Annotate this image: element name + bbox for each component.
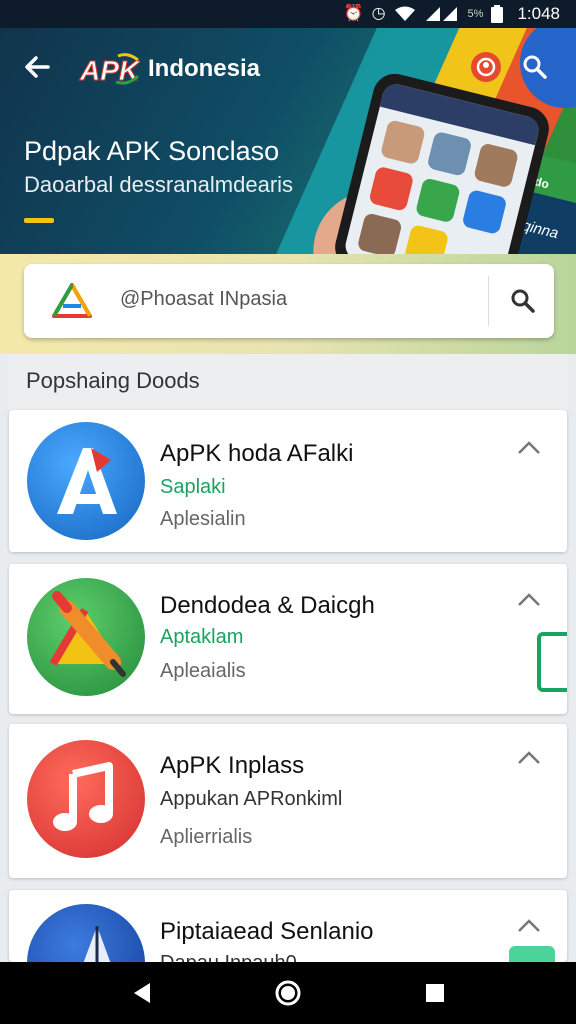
section-header: Popshaing Doods [8,354,568,410]
chevron-up-icon[interactable] [515,916,543,936]
pen-app-icon [27,904,145,962]
app-name: ApPK Inplass [160,752,305,779]
app-list-item[interactable]: Dendodea & Daicgh Aptaklam Apleaialis [9,564,567,714]
app-list-item[interactable]: ApPK Inplass Appukan APRonkiml Aplierria… [9,724,567,878]
app-meta: Apleaialis [160,660,246,682]
app-name: ApPK hoda AFalki [160,440,354,467]
header-search-button[interactable] [520,52,550,82]
search-input[interactable]: @Phoasat INpasia [24,264,554,338]
app-name: Dendodea & Daicgh [160,592,375,619]
search-logo-icon [50,282,94,320]
system-nav-bar [0,962,576,1024]
battery-percent: 5% [467,8,484,20]
clock-icon: ◷ [371,5,386,22]
search-submit-button[interactable] [502,280,544,322]
brand-name: Indonesia [148,55,261,82]
music-note-app-icon [27,740,145,858]
brand-logo: APK [78,52,141,87]
alarm-icon: ⏰ [343,5,364,22]
install-badge[interactable] [509,946,555,962]
status-bar: ⏰ ◷ 5% 1:048 [0,0,576,28]
section-title: Popshaing Doods [26,368,200,393]
app-meta: Aplesialin [160,508,246,530]
battery-icon [491,5,504,23]
back-nav-icon[interactable] [128,978,158,1008]
profile-button[interactable] [471,52,501,82]
status-time: 1:048 [517,4,560,23]
chevron-up-icon[interactable] [515,590,543,610]
chevron-up-icon[interactable] [515,748,543,768]
page-title: Pdpak APK Sonclaso [24,136,280,166]
pencil-app-icon [27,578,145,696]
recents-nav-icon[interactable] [420,978,450,1008]
search-placeholder: @Phoasat INpasia [120,288,288,310]
a-letter-app-icon [27,422,145,540]
search-icon [511,289,535,313]
app-list-item[interactable]: Piptaiaead Senlanio Dapau Inpauh0 [9,890,567,962]
app-category: Aptaklam [160,626,244,648]
search-divider [488,276,489,326]
signal-icon [425,7,457,21]
page-subtitle: Daoarbal dessranalmdearis [24,172,294,197]
app-category: Saplaki [160,476,226,498]
app-category: Dapau Inpauh0 [160,952,297,962]
back-arrow-icon[interactable] [22,52,54,84]
app-category: Appukan APRonkiml [160,788,343,810]
chevron-up-icon[interactable] [515,438,543,458]
wifi-icon [394,6,415,21]
side-tab-indicator[interactable] [537,632,567,692]
title-underline [24,218,54,223]
app-name: Piptaiaead Senlanio [160,918,374,945]
app-list-item[interactable]: ApPK hoda AFalki Saplaki Aplesialin [9,410,567,552]
profile-icon [476,57,496,77]
search-icon [523,55,547,79]
app-meta: Aplierrialis [160,826,253,848]
home-nav-icon[interactable] [273,978,303,1008]
